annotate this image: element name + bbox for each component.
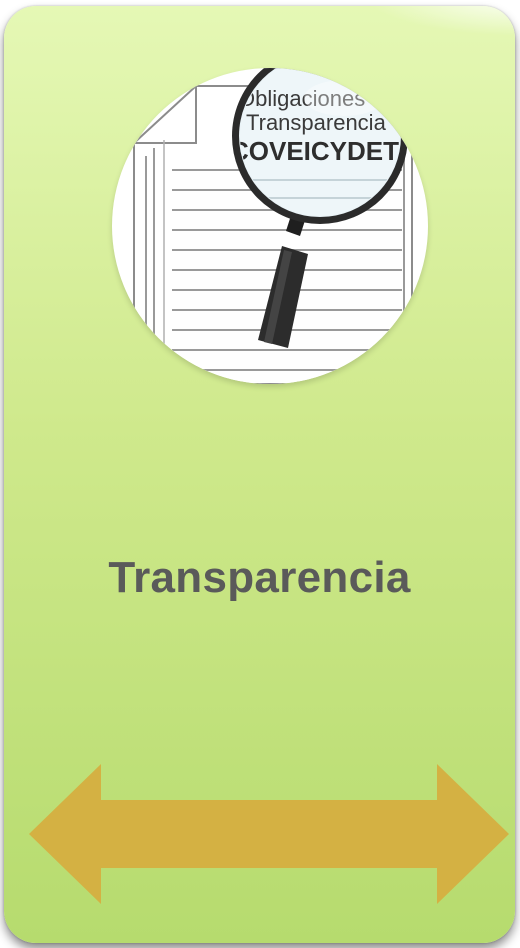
double-headed-arrow-icon[interactable]	[29, 764, 509, 904]
corner-highlight	[365, 6, 515, 36]
card-title: Transparencia	[108, 553, 411, 602]
lens-text-line2: Transparencia	[246, 110, 387, 135]
transparencia-thumbnail[interactable]: Obligaciones de Transparencia COVEICYDET	[112, 68, 428, 384]
magnifier-over-document-icon: Obligaciones de Transparencia COVEICYDET	[133, 68, 413, 384]
transparencia-card[interactable]: Obligaciones de Transparencia COVEICYDET…	[4, 6, 515, 943]
lens-text-line3: COVEICYDET	[230, 136, 399, 166]
